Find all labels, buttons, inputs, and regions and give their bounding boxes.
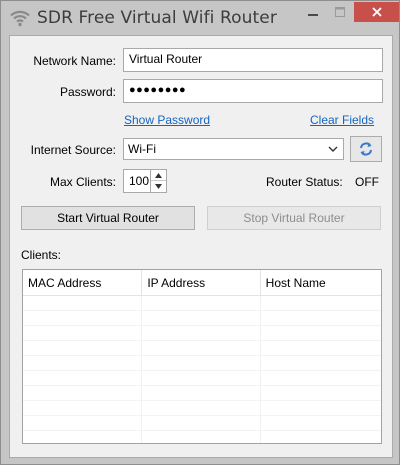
table-cell <box>261 311 381 326</box>
chevron-up-icon <box>155 172 162 178</box>
table-cell <box>142 356 261 371</box>
table-body <box>23 296 381 443</box>
table-cell <box>142 326 261 341</box>
network-name-field[interactable]: Virtual Router <box>123 48 383 72</box>
internet-source-dropdown[interactable]: Wi-Fi <box>123 138 344 160</box>
table-cell <box>142 296 261 311</box>
max-clients-field[interactable]: 100 <box>123 169 151 193</box>
table-row <box>23 431 381 443</box>
column-header-ip[interactable]: IP Address <box>142 270 261 296</box>
column-header-mac[interactable]: MAC Address <box>23 270 143 296</box>
network-name-label: Network Name: <box>33 54 116 68</box>
chevron-down-icon <box>155 184 162 189</box>
table-cell <box>261 341 381 356</box>
table-row <box>23 341 381 356</box>
wifi-icon <box>10 10 30 27</box>
table-cell <box>23 296 143 311</box>
table-cell <box>23 341 143 356</box>
table-cell <box>142 311 261 326</box>
table-row <box>23 326 381 341</box>
table-row <box>23 386 381 401</box>
max-clients-stepper[interactable]: 100 <box>123 169 167 193</box>
table-cell <box>142 371 261 386</box>
table-cell <box>23 386 143 401</box>
refresh-icon <box>360 142 372 156</box>
password-label: Password: <box>59 85 116 99</box>
table-header: MAC Address IP Address Host Name <box>23 270 381 296</box>
table-cell <box>261 386 381 401</box>
table-row <box>23 416 381 431</box>
table-row <box>23 371 381 386</box>
minimize-icon <box>308 14 318 16</box>
table-cell <box>23 416 143 431</box>
table-cell <box>23 356 143 371</box>
client-area: Network Name: Virtual Router Password: ●… <box>9 35 393 458</box>
app-window: SDR Free Virtual Wifi Router Network Nam… <box>0 0 400 465</box>
minimize-button[interactable] <box>300 2 326 22</box>
close-icon <box>371 7 382 17</box>
password-field[interactable]: ●●●●●●●● <box>123 79 383 103</box>
table-cell <box>142 431 261 443</box>
stepper-buttons <box>150 169 167 193</box>
table-cell <box>23 326 143 341</box>
table-cell <box>261 296 381 311</box>
clear-fields-link[interactable]: Clear Fields <box>310 113 374 127</box>
maximize-icon <box>335 7 345 17</box>
table-cell <box>261 356 381 371</box>
clients-label: Clients: <box>21 248 62 262</box>
router-status-label: Router Status: <box>266 175 343 189</box>
table-row <box>23 296 381 311</box>
table-cell <box>261 326 381 341</box>
start-router-button[interactable]: Start Virtual Router <box>21 206 195 230</box>
table-cell <box>142 401 261 416</box>
stop-router-button[interactable]: Stop Virtual Router <box>207 206 381 230</box>
chevron-down-icon <box>328 146 338 152</box>
table-row <box>23 356 381 371</box>
internet-source-label: Internet Source: <box>30 143 116 157</box>
table-cell <box>23 311 143 326</box>
close-button[interactable] <box>354 2 399 22</box>
clients-table[interactable]: MAC Address IP Address Host Name <box>22 269 382 444</box>
table-cell <box>23 431 143 443</box>
table-cell <box>23 401 143 416</box>
table-cell <box>142 386 261 401</box>
max-clients-label: Max Clients: <box>49 175 116 189</box>
window-title: SDR Free Virtual Wifi Router <box>37 8 277 28</box>
table-row <box>23 401 381 416</box>
table-cell <box>142 341 261 356</box>
table-row <box>23 311 381 326</box>
refresh-button[interactable] <box>350 136 382 162</box>
stepper-down-button[interactable] <box>151 181 166 192</box>
maximize-button[interactable] <box>327 2 353 22</box>
table-cell <box>23 371 143 386</box>
table-cell <box>261 401 381 416</box>
internet-source-value: Wi-Fi <box>128 142 156 156</box>
column-header-host[interactable]: Host Name <box>261 270 381 296</box>
table-cell <box>142 416 261 431</box>
show-password-link[interactable]: Show Password <box>124 113 210 127</box>
table-cell <box>261 431 381 443</box>
title-bar[interactable]: SDR Free Virtual Wifi Router <box>1 1 399 35</box>
stepper-up-button[interactable] <box>151 170 166 181</box>
router-status-value: OFF <box>355 175 379 189</box>
table-cell <box>261 371 381 386</box>
table-cell <box>261 416 381 431</box>
